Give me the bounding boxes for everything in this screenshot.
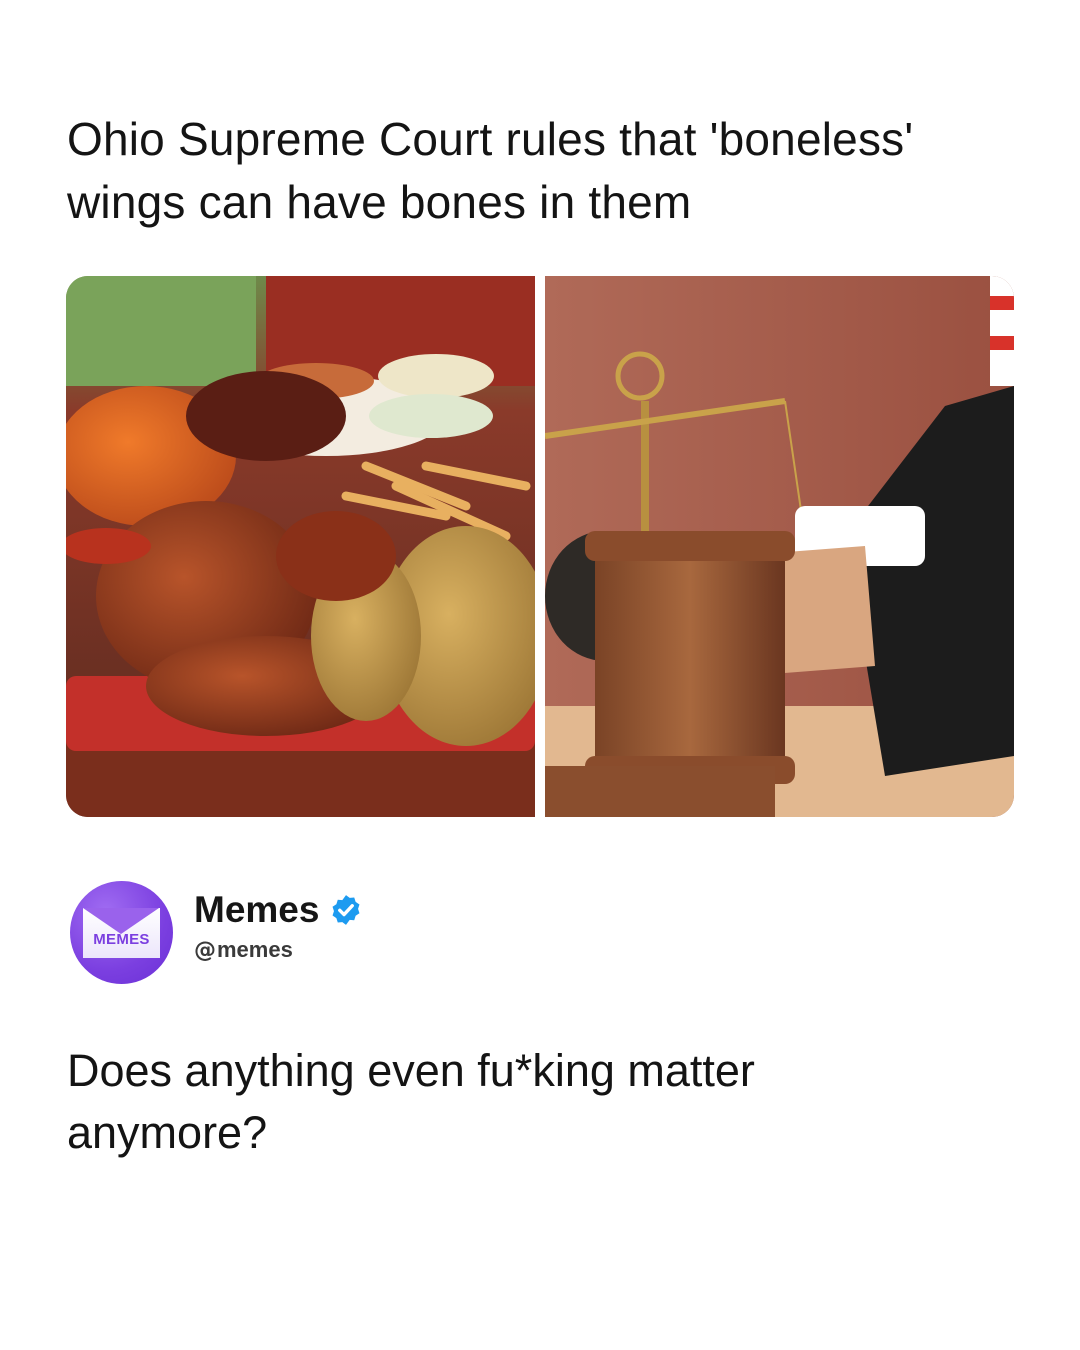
author-block[interactable]: MEMES Memes @memes (70, 881, 670, 985)
author-name[interactable]: Memes (194, 889, 319, 931)
post-caption: Does anything even fu*king matter anymor… (67, 1045, 755, 1158)
avatar-label: MEMES (93, 931, 150, 948)
author-name-row: Memes (194, 889, 363, 931)
judge-gavel-image (545, 276, 1014, 817)
verified-badge-icon (332, 895, 360, 925)
post-headline: Ohio Supreme Court rules that 'boneless'… (67, 113, 914, 228)
chicken-wings-image (66, 276, 535, 817)
author-handle[interactable]: @memes (194, 937, 293, 963)
threads-icon: @ (194, 938, 216, 963)
avatar[interactable]: MEMES (70, 881, 173, 984)
post-media[interactable] (66, 276, 1014, 817)
